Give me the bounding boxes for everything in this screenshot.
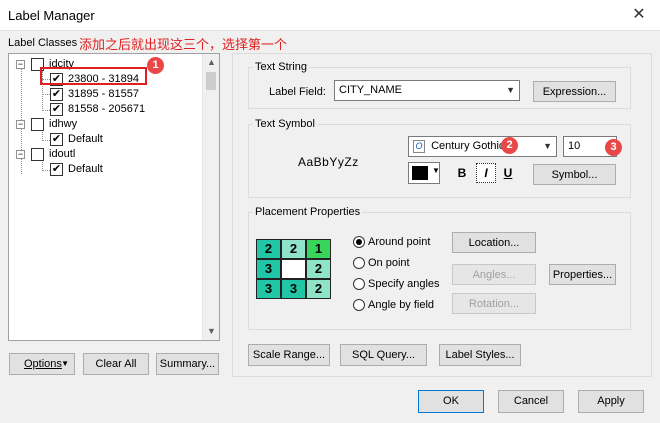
- checkbox-checked[interactable]: ✔: [50, 133, 63, 146]
- options-label: Options: [24, 358, 62, 370]
- tree-node-label: 81558 - 205671: [68, 103, 146, 115]
- label-styles-button[interactable]: Label Styles...: [439, 344, 521, 366]
- grid-cell: 3: [281, 279, 306, 299]
- step-badge-3: 3: [605, 139, 622, 156]
- tree-node-idoutl-default[interactable]: ✔ Default: [50, 162, 160, 177]
- tree-node-label: Default: [68, 163, 103, 175]
- annotation-note: 添加之后就出现这三个，选择第一个: [79, 37, 288, 52]
- grid-cell-center: [281, 259, 306, 279]
- text-string-title: Text String: [253, 61, 309, 73]
- radio-button[interactable]: [353, 278, 365, 290]
- highlight-box: [40, 67, 147, 85]
- symbol-button[interactable]: Symbol...: [533, 164, 616, 185]
- apply-button[interactable]: Apply: [578, 390, 644, 413]
- options-button[interactable]: Options ▼: [9, 353, 75, 375]
- font-type-icon: O: [413, 139, 425, 153]
- color-swatch: [412, 166, 428, 180]
- scroll-thumb[interactable]: [206, 72, 216, 90]
- tree-scrollbar[interactable]: ▲ ▼: [202, 54, 219, 340]
- radio-on-point[interactable]: On point: [353, 256, 443, 272]
- tree-connector: [42, 110, 50, 111]
- location-button[interactable]: Location...: [452, 232, 536, 253]
- summary-button[interactable]: Summary...: [156, 353, 219, 375]
- tree-node-label: idoutl: [49, 148, 76, 160]
- tree-node-label: idhwy: [49, 118, 78, 130]
- close-icon[interactable]: ✕: [630, 6, 648, 24]
- step-badge-2: 2: [501, 137, 518, 154]
- tree-node-label: Default: [68, 133, 103, 145]
- tree-node-label: 31895 - 81557: [68, 88, 139, 100]
- title-bar: Label Manager ✕: [0, 0, 660, 31]
- chevron-down-icon: ▼: [506, 85, 515, 95]
- window-title: Label Manager: [8, 8, 95, 23]
- radio-label: Around point: [368, 236, 431, 248]
- font-name: Century Gothic: [431, 140, 505, 152]
- collapse-icon[interactable]: −: [16, 60, 25, 69]
- collapse-icon[interactable]: −: [16, 120, 25, 129]
- radio-angle-by-field[interactable]: Angle by field: [353, 298, 443, 314]
- grid-cell: 2: [281, 239, 306, 259]
- label-field-select[interactable]: CITY_NAME ▼: [334, 80, 520, 101]
- tree-node-idhwy[interactable]: − idhwy: [16, 117, 136, 132]
- scroll-down-icon[interactable]: ▼: [203, 323, 220, 340]
- grid-cell: 1: [306, 239, 331, 259]
- checkbox-idhwy[interactable]: [31, 118, 44, 131]
- scroll-up-icon[interactable]: ▲: [203, 54, 220, 71]
- step-badge-1: 1: [147, 57, 164, 74]
- tree-node-idhwy-default[interactable]: ✔ Default: [50, 132, 160, 147]
- cancel-button[interactable]: Cancel: [498, 390, 564, 413]
- radio-specify-angles[interactable]: Specify angles: [353, 277, 443, 293]
- grid-cell: 2: [306, 259, 331, 279]
- tree-connector: [42, 94, 50, 95]
- bold-button[interactable]: B: [452, 163, 472, 183]
- font-size-value: 10: [568, 140, 581, 152]
- symbol-preview: AaBbYyZz: [298, 155, 359, 169]
- underline-button[interactable]: U: [498, 163, 518, 183]
- checkbox-checked[interactable]: ✔: [50, 88, 63, 101]
- rotation-button[interactable]: Rotation...: [452, 293, 536, 314]
- radio-label: On point: [368, 257, 410, 269]
- text-symbol-title: Text Symbol: [253, 118, 317, 130]
- tree-node-class-2[interactable]: ✔ 31895 - 81557: [50, 87, 160, 102]
- checkbox-checked[interactable]: ✔: [50, 103, 63, 116]
- chevron-down-icon: ▼: [543, 141, 552, 151]
- collapse-icon[interactable]: −: [16, 150, 25, 159]
- grid-cell: 3: [256, 279, 281, 299]
- dropdown-arrow-icon: ▼: [61, 359, 69, 368]
- tree-connector: [42, 170, 50, 171]
- italic-button[interactable]: I: [476, 163, 496, 183]
- radio-label: Angle by field: [368, 299, 435, 311]
- radio-around-point[interactable]: Around point: [353, 235, 443, 251]
- label-classes-tree[interactable]: − idcity ✔ 23800 - 31894 ✔ 31895 - 81557…: [8, 53, 220, 341]
- radio-button-selected[interactable]: [353, 236, 365, 248]
- checkbox-idoutl[interactable]: [31, 148, 44, 161]
- label-field-label: Label Field:: [269, 86, 326, 98]
- placement-title: Placement Properties: [253, 206, 363, 218]
- scale-range-button[interactable]: Scale Range...: [248, 344, 330, 366]
- label-classes-heading: Label Classes: [8, 37, 78, 49]
- tree-node-idoutl[interactable]: − idoutl: [16, 147, 136, 162]
- radio-button[interactable]: [353, 257, 365, 269]
- grid-cell: 3: [256, 259, 281, 279]
- clear-all-button[interactable]: Clear All: [83, 353, 149, 375]
- tree-connector: [42, 140, 50, 141]
- properties-button[interactable]: Properties...: [549, 264, 616, 285]
- grid-cell: 2: [256, 239, 281, 259]
- expression-button[interactable]: Expression...: [533, 81, 616, 102]
- grid-cell: 2: [306, 279, 331, 299]
- sql-query-button[interactable]: SQL Query...: [340, 344, 427, 366]
- radio-button[interactable]: [353, 299, 365, 311]
- placement-grid: 2 2 1 3 2 3 3 2: [256, 239, 331, 299]
- font-select[interactable]: O Century Gothic ▼: [408, 136, 557, 157]
- dropdown-arrow-icon: ▼: [432, 166, 440, 175]
- tree-node-class-3[interactable]: ✔ 81558 - 205671: [50, 102, 170, 117]
- angles-button[interactable]: Angles...: [452, 264, 536, 285]
- radio-label: Specify angles: [368, 278, 440, 290]
- color-picker[interactable]: ▼: [408, 162, 440, 184]
- checkbox-checked[interactable]: ✔: [50, 163, 63, 176]
- label-field-value: CITY_NAME: [339, 84, 402, 96]
- ok-button[interactable]: OK: [418, 390, 484, 413]
